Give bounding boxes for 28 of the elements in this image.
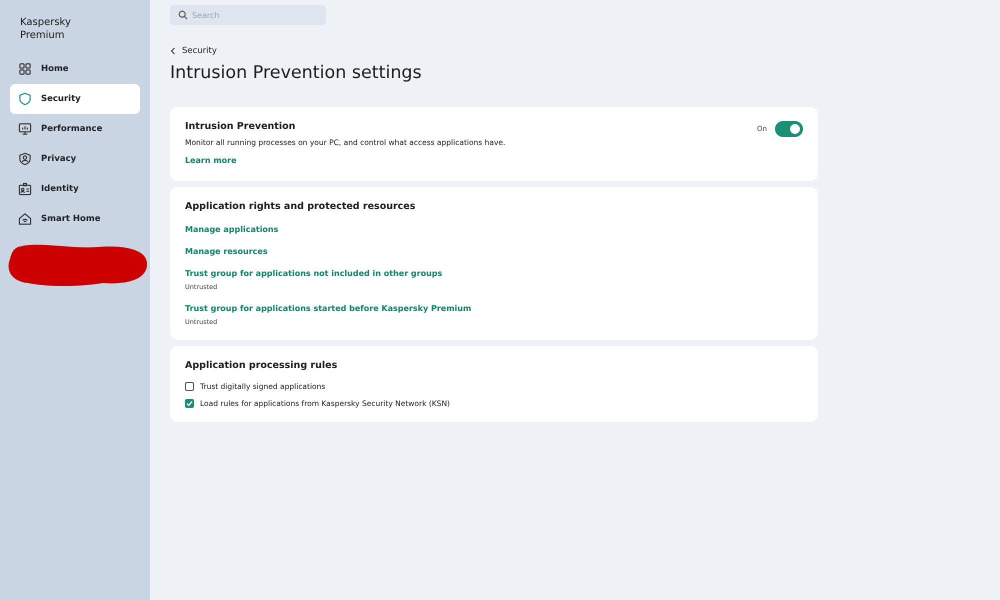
settings-link[interactable]: Trust group for applications not included in other groups [185, 269, 803, 278]
checkbox[interactable] [185, 399, 194, 408]
sidebar-item[interactable]: Security [10, 84, 140, 114]
learn-more-link[interactable]: Learn more [185, 156, 237, 165]
user-shield-icon [18, 152, 32, 166]
back-link[interactable]: Security [170, 46, 217, 56]
sidebar-item[interactable]: Home [10, 54, 140, 84]
house-icon [18, 212, 32, 226]
shield-icon [18, 92, 32, 106]
settings-link[interactable]: Trust group for applications started before Kaspersky Premium [185, 304, 803, 313]
card-title: Application rights and protected resources [185, 201, 416, 212]
sidebar-item[interactable]: Privacy [10, 144, 140, 174]
monitor-icon [18, 122, 32, 136]
sidebar-item[interactable]: Identity [10, 174, 140, 204]
settings-link[interactable]: Manage resources [185, 247, 803, 256]
chevron-left-icon [170, 47, 176, 55]
app-name: Kaspersky Premium [20, 16, 72, 42]
page-title: Intrusion Prevention settings [170, 63, 423, 83]
sidebar-item[interactable]: Smart Home [10, 204, 140, 234]
search-field[interactable]: Search [170, 5, 326, 25]
toggle-switch[interactable] [775, 121, 803, 137]
settings-link[interactable]: Manage applications [185, 225, 803, 234]
sidebar-item[interactable]: Performance [10, 114, 140, 144]
card-title: Application processing rules [185, 360, 338, 371]
checkbox[interactable] [185, 382, 194, 391]
grid-icon [18, 62, 32, 76]
id-card-icon [18, 182, 32, 196]
card-title: Intrusion Prevention [185, 121, 296, 132]
